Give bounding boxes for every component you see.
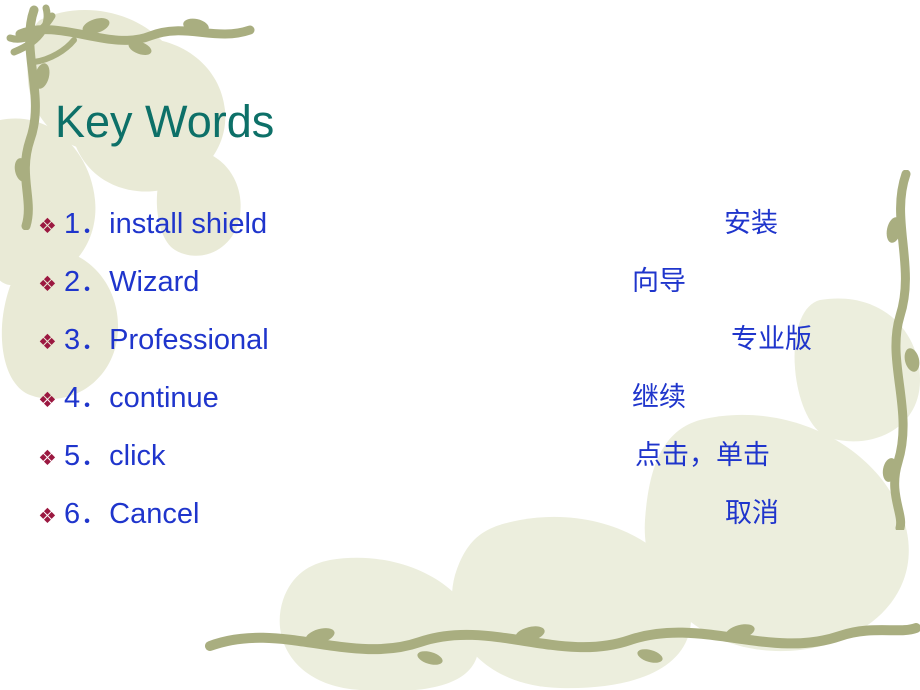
list-item-chinese: 取消	[725, 498, 779, 529]
bullet-icon: ❖	[38, 504, 57, 528]
bullet-icon: ❖	[38, 272, 57, 296]
list-item-english: continue	[109, 382, 219, 414]
bullet-icon: ❖	[38, 214, 57, 238]
list-item: ❖ 4． continue 继续	[38, 380, 888, 438]
slide: Key Words ❖ 1． install shield 安装 ❖ 2． Wi…	[0, 0, 920, 690]
slide-title: Key Words	[55, 96, 275, 147]
list-item-number: 5．	[64, 440, 110, 472]
list-item-english: Professional	[109, 324, 269, 356]
list-item: ❖ 3． Professional 专业版	[38, 322, 888, 380]
key-words-list: ❖ 1． install shield 安装 ❖ 2． Wizard 向导 ❖ …	[38, 206, 888, 554]
list-item-number: 2．	[64, 266, 110, 298]
list-item-chinese: 专业版	[731, 324, 812, 355]
list-item-chinese: 向导	[632, 266, 686, 297]
bullet-icon: ❖	[38, 330, 57, 354]
list-item-chinese: 点击，单击	[635, 440, 770, 471]
list-item-english: install shield	[109, 208, 268, 240]
list-item-number: 1．	[64, 208, 110, 240]
list-item: ❖ 2． Wizard 向导	[38, 264, 888, 322]
list-item-number: 3．	[64, 324, 110, 356]
bullet-icon: ❖	[38, 446, 57, 470]
bullet-icon: ❖	[38, 388, 57, 412]
list-item-chinese: 安装	[724, 208, 778, 239]
list-item-english: Cancel	[109, 498, 200, 530]
list-item-number: 4．	[64, 382, 110, 414]
list-item-number: 6．	[64, 498, 110, 530]
vine-bottom-decoration	[205, 623, 920, 665]
list-item: ❖ 6． Cancel 取消	[38, 496, 888, 554]
list-item-english: click	[109, 440, 166, 472]
list-item: ❖ 1． install shield 安装	[38, 206, 888, 264]
list-item-chinese: 继续	[632, 382, 686, 413]
list-item: ❖ 5． click 点击，单击	[38, 438, 888, 496]
list-item-english: Wizard	[109, 266, 200, 298]
